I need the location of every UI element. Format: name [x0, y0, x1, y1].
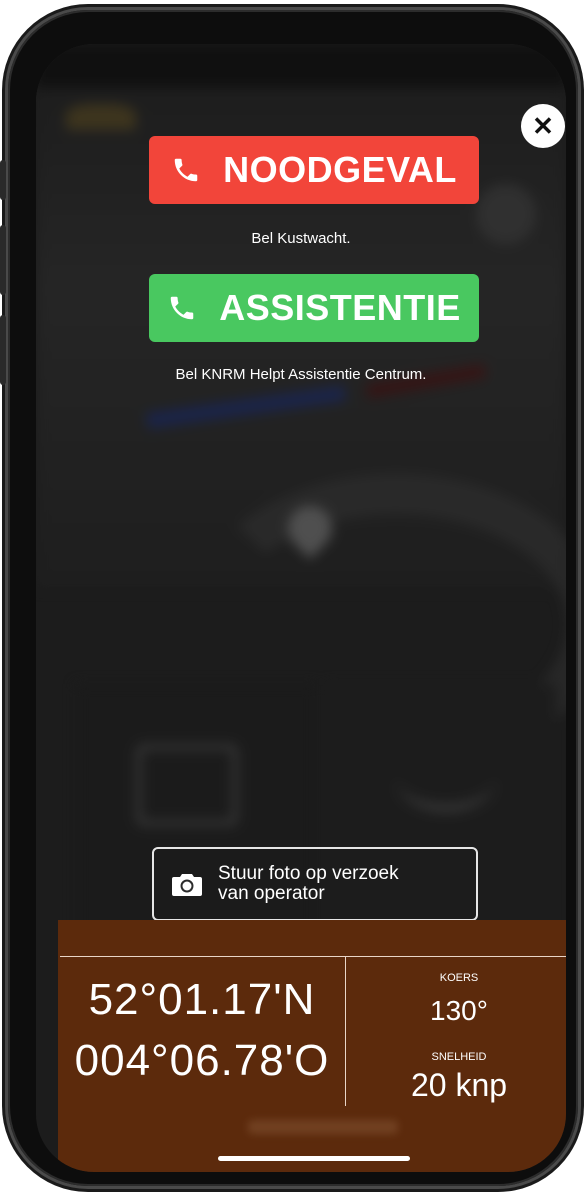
emergency-caption: Bel Kustwacht. [251, 230, 351, 247]
emergency-call-label: NOODGEVAL [223, 149, 457, 190]
longitude-value: 004°06.78'O [74, 1036, 330, 1085]
volume-up-button [0, 225, 6, 295]
phone-frame: ✕ NOODGEVAL Bel Kustwacht. ASSISTENTIE B… [0, 10, 578, 1186]
panel-divider-horizontal [60, 956, 566, 957]
speed-value: 20 knp [410, 1067, 508, 1103]
course-label: KOERS [439, 972, 479, 984]
mute-switch [0, 160, 6, 200]
send-photo-text: Stuur foto op verzoek van operator [218, 864, 399, 904]
emergency-call-button[interactable]: NOODGEVAL [149, 136, 479, 204]
panel-divider-vertical [345, 956, 346, 1106]
position-panel: 52°01.17'N 004°06.78'O KOERS 130° SNELHE… [58, 920, 566, 1172]
assistance-call-label: ASSISTENTIE [219, 287, 461, 328]
assistance-caption: Bel KNRM Helpt Assistentie Centrum. [175, 366, 427, 383]
speed-label: SNELHEID [431, 1051, 487, 1063]
phone-icon [174, 158, 198, 182]
close-icon: ✕ [532, 110, 554, 141]
camera-icon [172, 874, 202, 896]
send-photo-button[interactable]: Stuur foto op verzoek van operator [152, 847, 478, 921]
send-photo-line-1: Stuur foto op verzoek [218, 863, 399, 884]
blurred-footer-text [248, 1120, 398, 1134]
phone-icon [170, 296, 194, 320]
volume-down-button [0, 315, 6, 385]
course-value: 130° [430, 995, 488, 1026]
send-photo-line-2: van operator [218, 883, 325, 904]
screen: ✕ NOODGEVAL Bel Kustwacht. ASSISTENTIE B… [36, 44, 566, 1172]
home-indicator[interactable] [218, 1156, 410, 1161]
latitude-value: 52°01.17'N [88, 975, 316, 1024]
close-button[interactable]: ✕ [521, 104, 565, 148]
assistance-call-button[interactable]: ASSISTENTIE [149, 274, 479, 342]
